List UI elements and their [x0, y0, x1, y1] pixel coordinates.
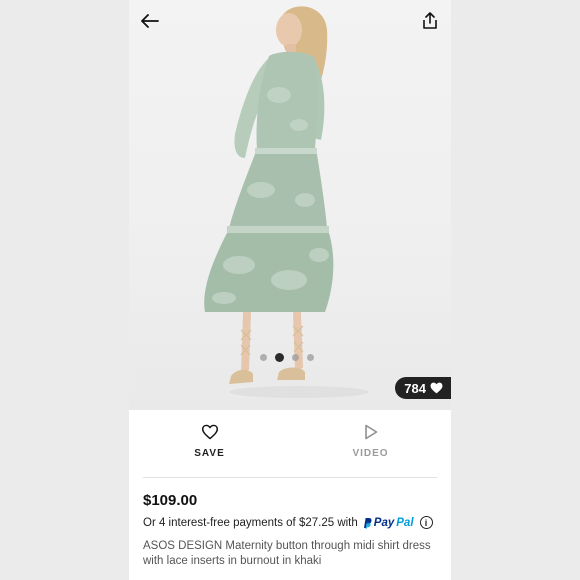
- video-label: VIDEO: [352, 448, 389, 459]
- arrow-left-icon: [141, 14, 159, 28]
- info-icon[interactable]: i: [419, 516, 433, 529]
- likes-badge[interactable]: 784: [395, 377, 451, 399]
- divider: [143, 477, 437, 478]
- save-label: SAVE: [194, 448, 225, 459]
- share-upload-icon: [423, 12, 437, 29]
- play-icon: [364, 424, 377, 440]
- product-description: ASOS DESIGN Maternity button through mid…: [143, 540, 431, 567]
- action-row: SAVE VIDEO: [129, 410, 451, 476]
- heart-filled-icon: [430, 382, 443, 394]
- paypal-pay-text: Pay: [373, 516, 395, 529]
- save-button[interactable]: SAVE: [129, 410, 290, 476]
- back-button[interactable]: [137, 8, 163, 34]
- carousel-dot[interactable]: [260, 354, 267, 361]
- carousel-dot[interactable]: [292, 354, 299, 361]
- product-price: $109.00: [143, 492, 198, 509]
- carousel-dot[interactable]: [307, 354, 314, 361]
- product-screen: 784 SAVE VIDEO $109.00 Or 4 interest-fre…: [129, 0, 451, 580]
- video-button[interactable]: VIDEO: [290, 410, 451, 476]
- heart-outline-icon: [201, 424, 218, 440]
- carousel-dot-active[interactable]: [275, 353, 284, 362]
- likes-count: 784: [404, 380, 426, 396]
- share-button[interactable]: [417, 8, 443, 34]
- carousel-indicator: [260, 353, 314, 362]
- paypal-pal-text: Pal: [396, 516, 414, 529]
- installment-info: Or 4 interest-free payments of $27.25 wi…: [143, 516, 433, 529]
- product-image-gallery[interactable]: 784: [129, 0, 451, 410]
- paypal-icon: [363, 517, 372, 529]
- installment-text: Or 4 interest-free payments of $27.25 wi…: [143, 516, 358, 529]
- product-photo: [204, 6, 369, 398]
- paypal-logo: Pay Pal: [362, 517, 414, 529]
